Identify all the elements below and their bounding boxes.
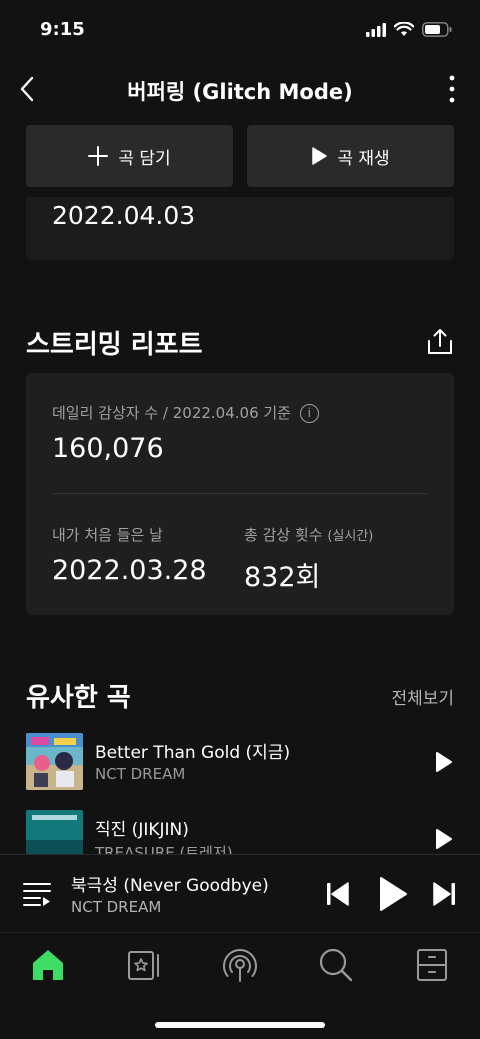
add-song-button[interactable]: 곡 담기: [26, 125, 233, 187]
add-song-label: 곡 담기: [118, 148, 171, 169]
mini-player[interactable]: 북극성 (Never Goodbye) NCT DREAM: [0, 854, 480, 932]
battery-icon: [422, 22, 452, 37]
streaming-report-title: 스트리밍 리포트: [26, 330, 203, 360]
track-title: Better Than Gold (지금): [95, 743, 291, 763]
home-indicator: [155, 1022, 325, 1028]
status-icons: [366, 22, 452, 37]
more-options-icon[interactable]: [442, 74, 462, 104]
track-item[interactable]: Better Than Gold (지금) NCT DREAM: [26, 733, 454, 791]
page-title: 버퍼링 (Glitch Mode): [127, 80, 353, 104]
previous-track-icon[interactable]: [326, 881, 350, 907]
plus-icon: [88, 146, 109, 166]
daily-listeners-label-wrap: 데일리 감상자 수 / 2022.04.06 기준 i: [52, 402, 319, 423]
status-time: 9:15: [40, 19, 85, 40]
track-artist: NCT DREAM: [95, 765, 186, 783]
play-icon: [312, 147, 328, 165]
first-listen-label: 내가 처음 들은 날: [52, 526, 163, 544]
podcast-icon[interactable]: [220, 945, 260, 985]
share-icon[interactable]: [426, 328, 454, 356]
play-icon[interactable]: [434, 751, 454, 773]
now-playing-artist: NCT DREAM: [71, 898, 162, 916]
total-plays-value: 832회: [244, 562, 321, 593]
release-date: 2022.04.03: [52, 201, 196, 230]
total-plays-label-wrap: 총 감상 횟수 (실시간): [244, 524, 373, 545]
wifi-icon: [394, 22, 414, 36]
album-art-thumbnail: [26, 733, 83, 790]
library-icon[interactable]: [124, 945, 164, 985]
divider: [52, 493, 428, 494]
now-playing-title: 북극성 (Never Goodbye): [71, 876, 269, 896]
play-song-button[interactable]: 곡 재생: [247, 125, 454, 187]
daily-listeners-value: 160,076: [52, 433, 164, 464]
action-row: 곡 담기 곡 재생: [26, 125, 454, 187]
storage-icon[interactable]: [412, 945, 452, 985]
play-song-label: 곡 재생: [337, 148, 390, 169]
header: 버퍼링 (Glitch Mode): [0, 60, 480, 120]
play-icon[interactable]: [434, 828, 454, 850]
track-title: 직진 (JIKJIN): [95, 820, 189, 840]
similar-songs-title: 유사한 곡: [26, 683, 131, 713]
signal-icon: [366, 22, 386, 37]
status-bar: 9:15: [0, 0, 480, 60]
search-icon[interactable]: [316, 945, 356, 985]
daily-listeners-label: 데일리 감상자 수 / 2022.04.06 기준: [52, 404, 291, 422]
play-icon[interactable]: [378, 876, 408, 912]
streaming-report-card: 데일리 감상자 수 / 2022.04.06 기준 i 160,076 내가 처…: [26, 373, 454, 615]
next-track-icon[interactable]: [432, 881, 456, 907]
total-plays-suffix: (실시간): [327, 529, 374, 544]
home-icon[interactable]: [28, 945, 68, 985]
total-plays-label: 총 감상 횟수: [244, 526, 323, 544]
see-all-link[interactable]: 전체보기: [391, 684, 454, 709]
release-info-card: 2022.04.03: [26, 197, 454, 260]
first-listen-value: 2022.03.28: [52, 555, 207, 586]
info-icon[interactable]: i: [299, 404, 319, 423]
playlist-icon[interactable]: [22, 879, 52, 909]
